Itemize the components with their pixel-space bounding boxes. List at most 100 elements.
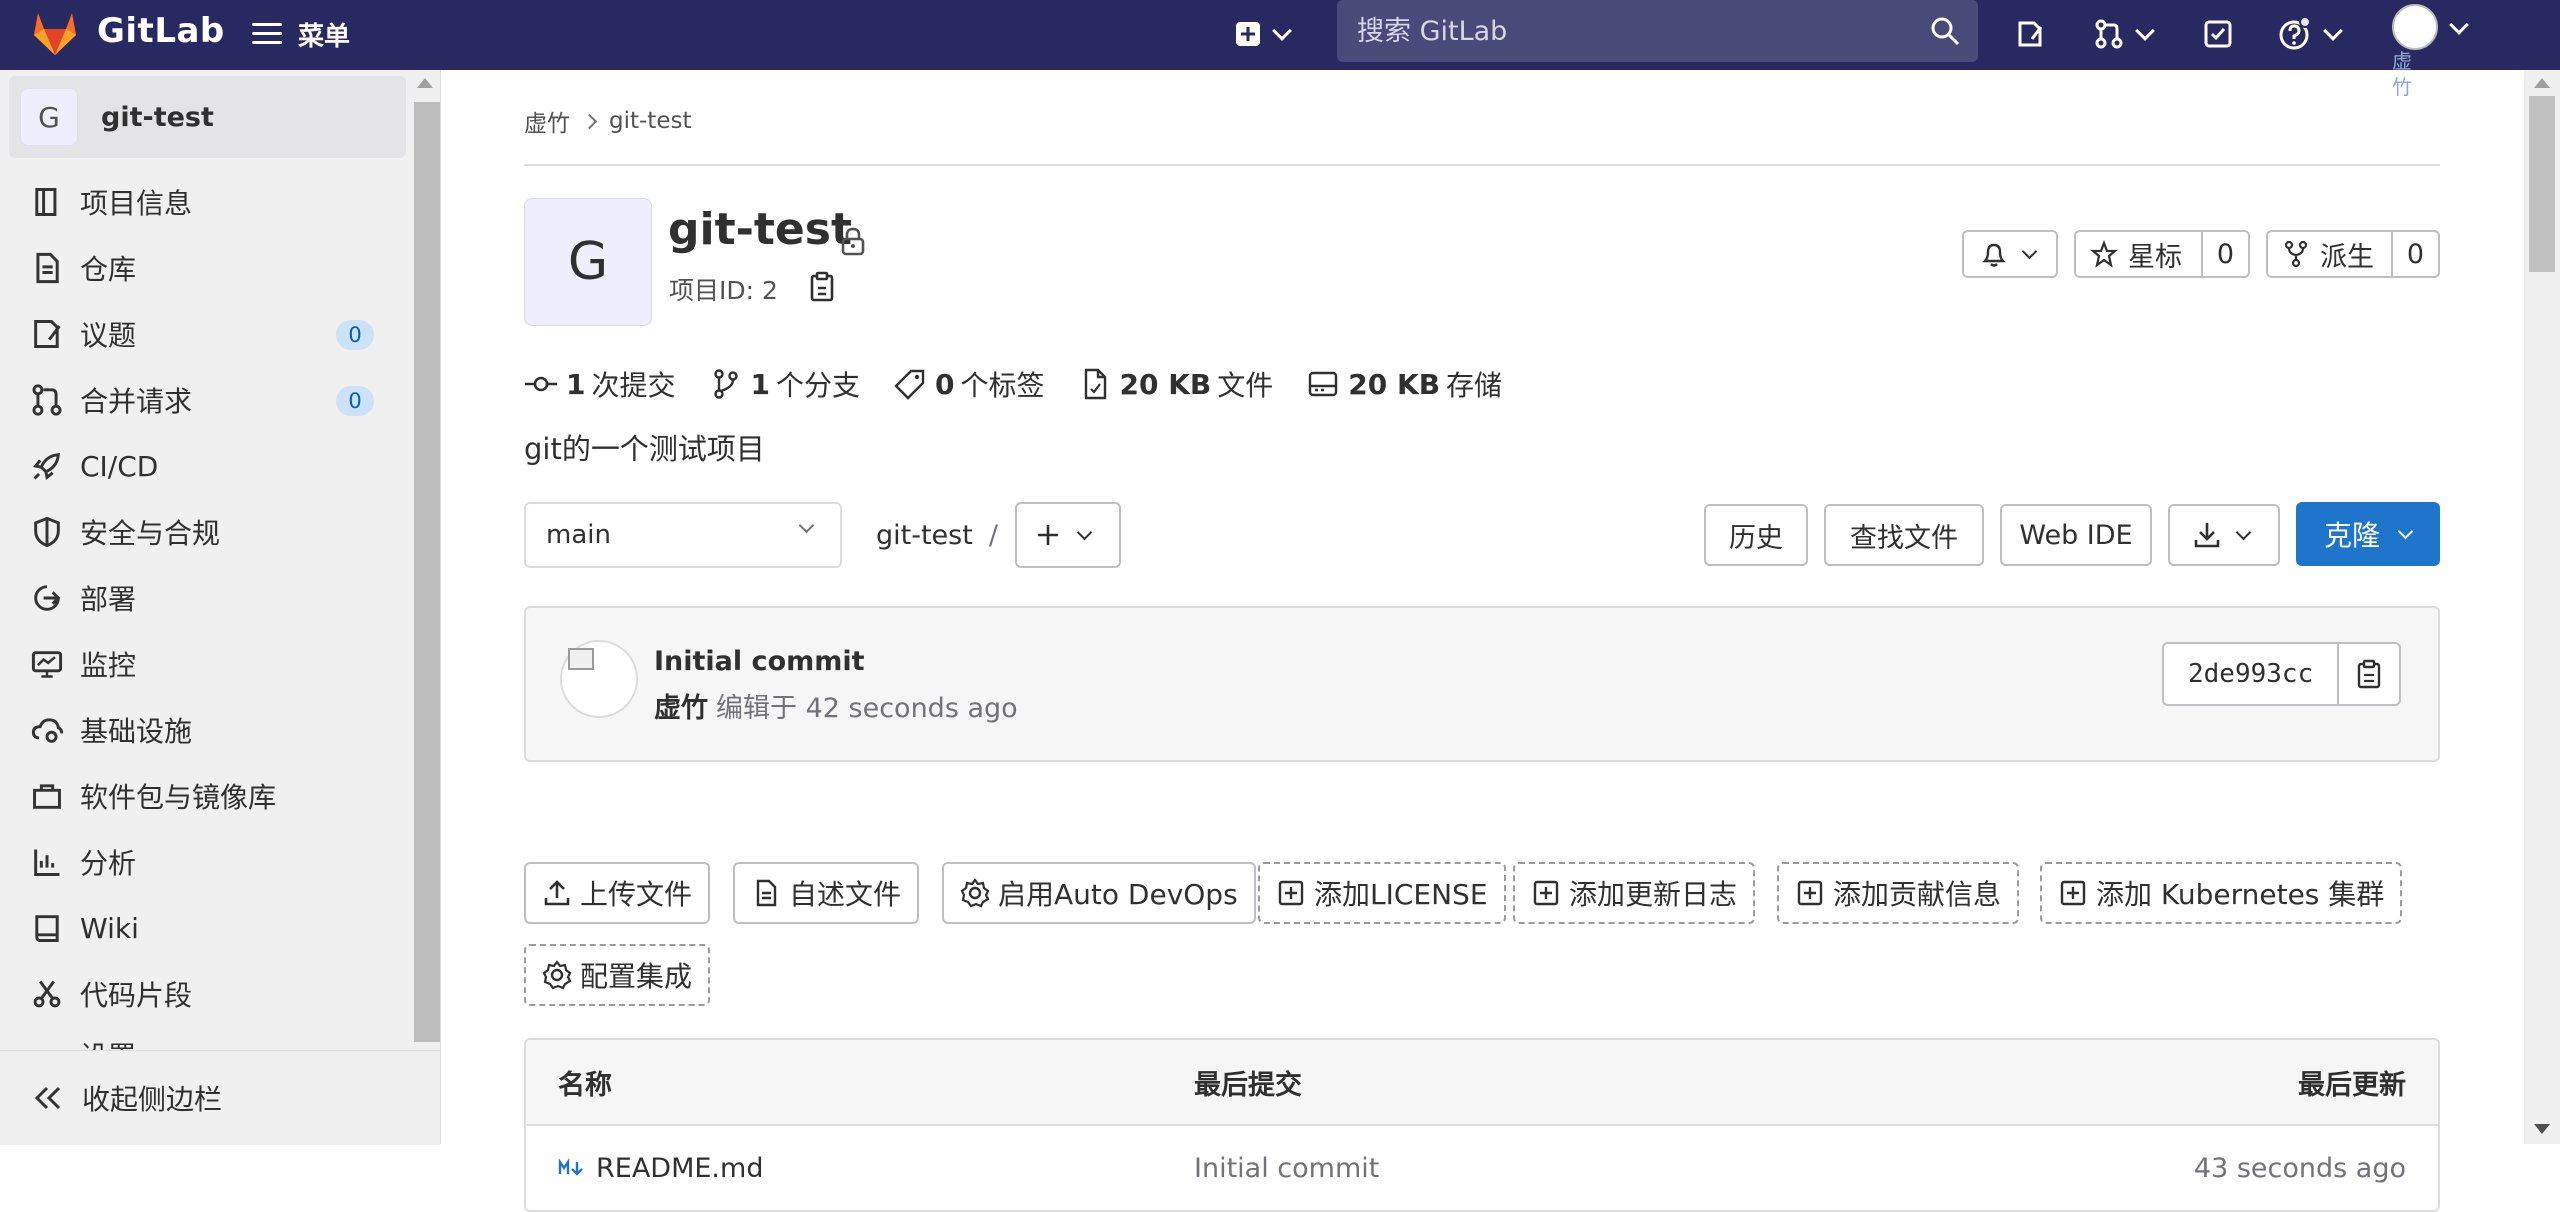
fork-count[interactable]: 0 [2390,232,2438,276]
issues-shortcut[interactable] [2010,14,2050,54]
add-to-tree-button[interactable] [1015,502,1121,568]
action-label: 启用Auto DevOps [998,878,1238,911]
web-ide-button[interactable]: Web IDE [2000,504,2152,566]
history-button[interactable]: 历史 [1704,504,1808,566]
add-kubernetes-button[interactable]: 添加 Kubernetes 集群 [2040,862,2403,924]
stat-storage[interactable]: 20 KB 存储 [1306,364,1502,404]
copy-id-icon[interactable] [808,270,836,302]
menu-label: 菜单 [298,21,351,52]
lock-icon [841,227,865,256]
add-changelog-button[interactable]: 添加更新日志 [1513,862,1756,924]
chevron-down-icon [2397,523,2414,539]
fork-button[interactable]: 派生 0 [2266,230,2440,278]
sidebar-item-snippets[interactable]: 代码片段 [0,961,408,1027]
search-input[interactable] [1355,14,1919,48]
stat-value: 20 KB [1119,367,1212,401]
sidebar-item-repository[interactable]: 仓库 [0,235,408,301]
chevron-down-icon [2135,21,2155,41]
download-icon [2194,523,2220,548]
sidebar-item-wiki[interactable]: Wiki [0,895,408,961]
stat-value: 0 [935,367,955,401]
star-count[interactable]: 0 [2200,232,2248,276]
clone-button[interactable]: 克隆 [2296,502,2440,566]
stat-files[interactable]: 20 KB 文件 [1078,364,1274,404]
sidebar-item-project-info[interactable]: 项目信息 [0,169,408,235]
star-button[interactable]: 星标 0 [2074,230,2250,278]
add-license-button[interactable]: 添加LICENSE [1258,862,1506,924]
breadcrumb-current[interactable]: git-test [609,108,691,134]
stat-label: 文件 [1217,369,1274,402]
search-icon [1931,17,1960,46]
sidebar-item-label: 安全与合规 [80,517,221,550]
sidebar-item-infrastructure[interactable]: 基础设施 [0,697,408,763]
sidebar-item-merge-requests[interactable]: 合并请求 0 [0,367,408,433]
sidebar-project-header[interactable]: G git-test [9,76,406,158]
avatar [2392,4,2438,50]
stat-label: 次提交 [591,369,676,402]
scroll-up-arrow[interactable] [417,78,433,88]
commit-sha-group: 2de993cc [2162,642,2402,706]
gear-icon [960,878,990,908]
repo-path-root[interactable]: git-test [876,520,973,551]
breadcrumb-parent[interactable]: 虚竹 [524,104,570,138]
todos-shortcut[interactable] [2198,14,2238,54]
configure-integrations-button[interactable]: 配置集成 [524,944,711,1006]
commit-author-avatar[interactable] [560,640,638,718]
search-box[interactable] [1337,0,1978,62]
sidebar-item-packages[interactable]: 软件包与镜像库 [0,763,408,829]
stat-branches[interactable]: 1 个分支 [709,364,860,404]
add-contributing-button[interactable]: 添加贡献信息 [1777,862,2020,924]
plus-square-icon [1278,880,1304,906]
sidebar-item-monitor[interactable]: 监控 [0,631,408,697]
create-new-button[interactable] [1230,14,1294,54]
file-name[interactable]: README.md [596,1153,763,1184]
project-name: git-test [101,101,214,133]
readme-button[interactable]: 自述文件 [733,862,920,924]
scrollbar-thumb[interactable] [414,102,440,1042]
file-last-commit[interactable]: Initial commit [1194,1126,1379,1210]
sidebar-item-label: 监控 [80,649,137,682]
commit-title[interactable]: Initial commit [654,646,865,677]
main-menu-button[interactable]: 菜单 [252,14,350,54]
branch-selector[interactable]: main [524,502,842,568]
sidebar-item-security[interactable]: 安全与合规 [0,499,408,565]
sidebar-item-label: 分析 [80,847,137,880]
sidebar-item-analytics[interactable]: 分析 [0,829,408,895]
issues-icon [34,320,61,348]
copy-icon [2358,659,2381,689]
download-button[interactable] [2168,504,2280,566]
gitlab-logo-icon[interactable] [30,7,80,59]
sidebar-item-deployments[interactable]: 部署 [0,565,408,631]
upload-icon [544,880,570,906]
book-icon [35,915,59,942]
commit-meta: 虚竹 编辑于 42 seconds ago [654,686,1018,725]
scroll-down-arrow[interactable] [2534,1124,2550,1134]
sidebar-item-issues[interactable]: 议题 0 [0,301,408,367]
column-header-last-commit: 最后提交 [1194,1069,1302,1101]
page-scrollbar[interactable] [2524,70,2560,1144]
auto-devops-button[interactable]: 启用Auto DevOps [942,862,1256,924]
help-menu[interactable] [2274,14,2344,54]
scrollbar-thumb[interactable] [2529,96,2555,272]
copy-sha-button[interactable] [2339,644,2399,704]
stat-commits[interactable]: 1 次提交 [524,364,676,404]
merge-requests-shortcut[interactable] [2088,14,2158,54]
brand-name[interactable]: GitLab [97,11,225,51]
upload-file-button[interactable]: 上传文件 [524,862,711,924]
notification-button[interactable] [1962,230,2058,278]
sidebar-item-label: Wiki [80,911,139,945]
double-chevron-left-icon [34,1086,61,1110]
commit-author[interactable]: 虚竹 [654,693,708,724]
todo-icon [2204,20,2232,48]
collapse-label: 收起侧边栏 [82,1083,223,1116]
find-file-button[interactable]: 查找文件 [1824,504,1984,566]
scroll-up-arrow[interactable] [2534,78,2550,88]
collapse-sidebar-button[interactable]: 收起侧边栏 [0,1050,440,1145]
project-description: git的一个测试项目 [524,432,765,466]
sidebar-item-cicd[interactable]: CI/CD [0,433,408,499]
table-row[interactable]: README.md Initial commit 43 seconds ago [526,1126,2438,1210]
commit-sha[interactable]: 2de993cc [2164,644,2340,704]
sidebar-scrollbar[interactable] [408,70,440,1050]
stat-tags[interactable]: 0 个标签 [893,364,1045,404]
project-info-icon [35,188,57,216]
